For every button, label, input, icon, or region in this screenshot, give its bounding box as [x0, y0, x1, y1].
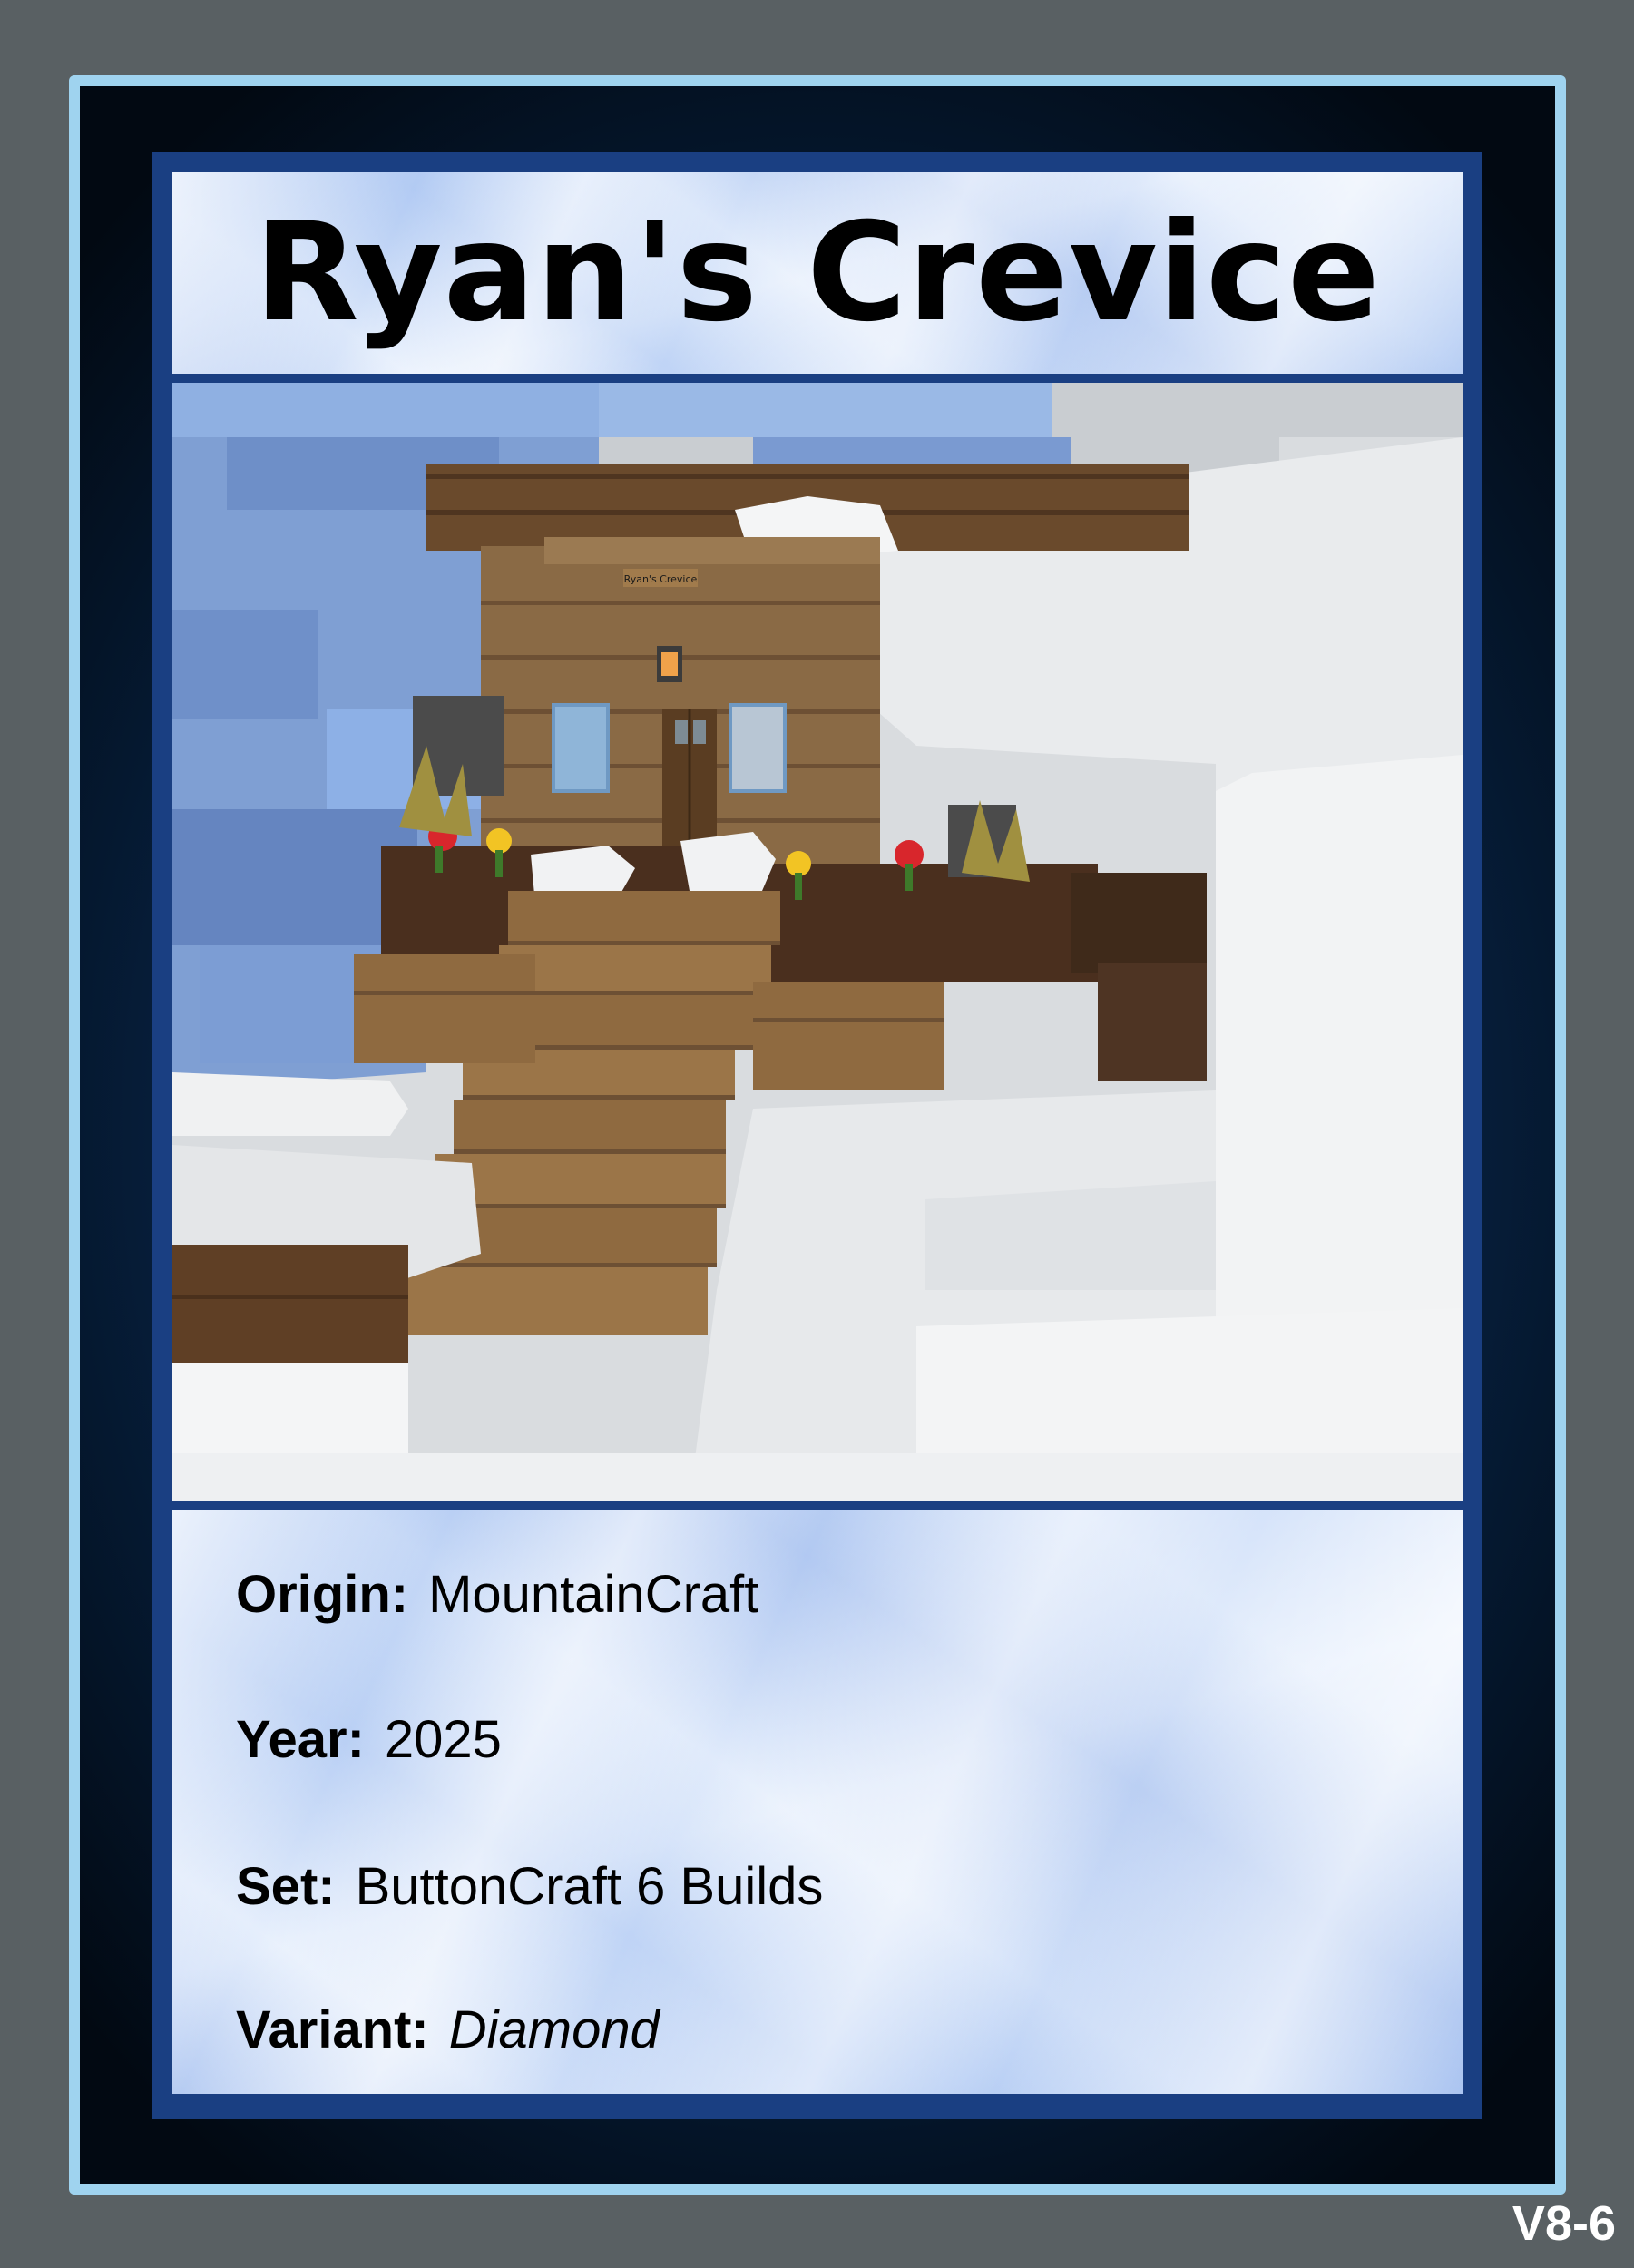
year-value: 2025 [384, 1710, 502, 1769]
set-value: ButtonCraft 6 Builds [355, 1857, 824, 1916]
variant-value: Diamond [448, 2000, 660, 2059]
variant-row: Variant: Diamond [236, 1999, 660, 2060]
origin-row: Origin: MountainCraft [236, 1564, 758, 1625]
title-panel: Ryan's Crevice [172, 172, 1463, 374]
origin-label: Origin: [236, 1565, 409, 1624]
set-label: Set: [236, 1857, 336, 1916]
year-row: Year: 2025 [236, 1709, 502, 1770]
origin-value: MountainCraft [428, 1565, 759, 1624]
info-panel: Origin: MountainCraft Year: 2025 Set: Butto… [172, 1510, 1463, 2094]
card-title: Ryan's Crevice [254, 194, 1381, 352]
variant-label: Variant: [236, 2000, 429, 2059]
year-label: Year: [236, 1710, 365, 1769]
cabin-sign-text: Ryan's Crevice [624, 573, 698, 585]
set-row: Set: ButtonCraft 6 Builds [236, 1856, 823, 1917]
build-screenshot: Ryan's Crevice [172, 383, 1463, 1501]
card-code: V8-6 [1512, 2196, 1616, 2251]
